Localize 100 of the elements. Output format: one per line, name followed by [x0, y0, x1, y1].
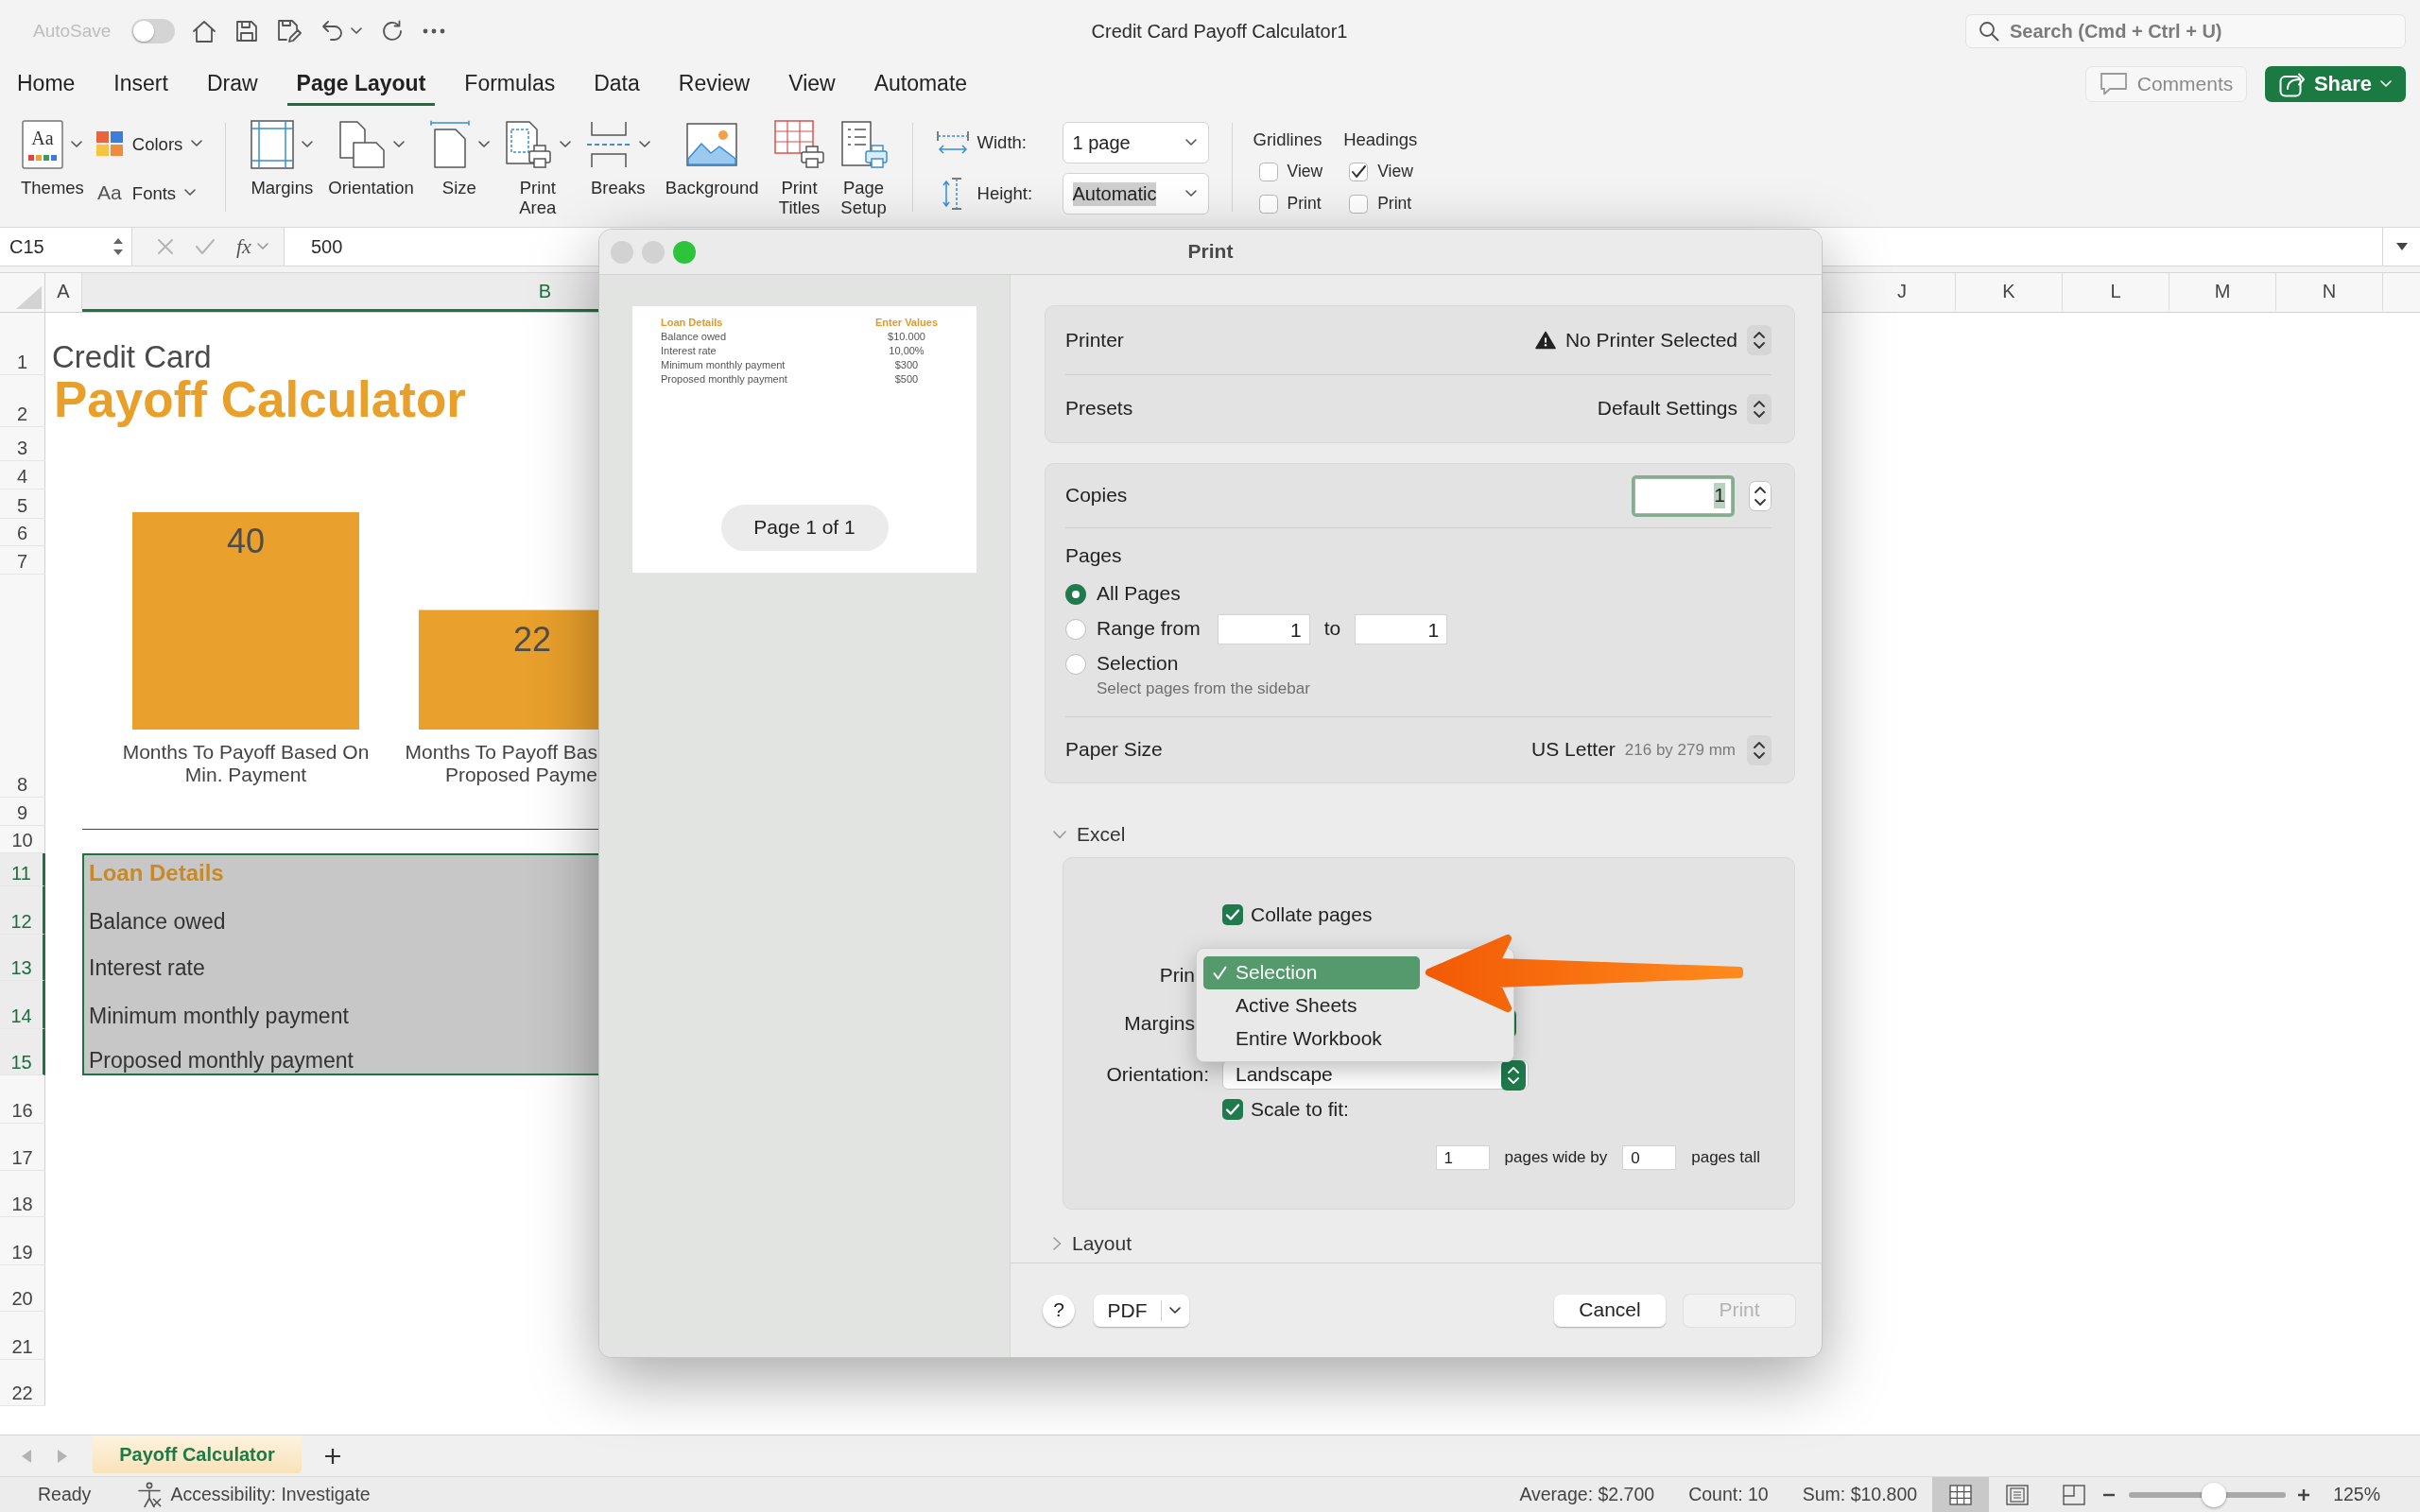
caret-icon[interactable] — [191, 140, 203, 148]
radio-button[interactable] — [1065, 583, 1086, 605]
ribbon-tab[interactable]: Automate — [864, 70, 977, 106]
caret-icon[interactable] — [559, 141, 571, 148]
insert-function-button[interactable]: fx — [236, 233, 268, 260]
section-toggle[interactable]: Excel — [1053, 821, 1126, 848]
row-header[interactable]: 12 — [0, 886, 45, 935]
height-select[interactable]: Automatic — [1062, 173, 1209, 215]
caret-icon[interactable] — [638, 141, 650, 148]
pages-wide-field[interactable]: 1 — [1435, 1145, 1490, 1170]
caret-icon[interactable] — [1169, 1306, 1181, 1314]
width-select[interactable]: 1 page — [1062, 122, 1209, 163]
pages-tall-field[interactable]: 0 — [1622, 1145, 1677, 1170]
search-field[interactable]: Search (Cmd + Ctrl + U) — [1965, 14, 2406, 48]
ribbon-tab[interactable]: View — [779, 70, 845, 106]
stepper-icon[interactable] — [1747, 325, 1772, 355]
cancel-button[interactable]: Cancel — [1554, 1294, 1666, 1327]
row-header[interactable]: 8 — [0, 575, 45, 798]
help-button[interactable]: ? — [1043, 1294, 1075, 1327]
orientation-button[interactable]: Orientation — [320, 115, 422, 221]
checkbox-label[interactable]: View — [1287, 162, 1323, 182]
redo-icon[interactable] — [381, 20, 405, 43]
margins-button[interactable]: Margins — [243, 115, 321, 221]
caret-icon[interactable] — [392, 141, 405, 148]
ribbon-tab[interactable]: Review — [668, 70, 760, 106]
slider-thumb[interactable] — [2201, 1482, 2226, 1507]
radio-label[interactable]: All Pages — [1097, 581, 1181, 607]
checkbox[interactable] — [1349, 163, 1369, 182]
ribbon-tab[interactable]: Page Layout — [286, 70, 436, 106]
expand-button[interactable] — [2382, 228, 2420, 266]
checkbox[interactable] — [1349, 194, 1369, 214]
row-header[interactable]: 5 — [0, 490, 45, 519]
radio-button[interactable] — [1065, 618, 1086, 640]
sheet-tab[interactable]: Payoff Calculator — [93, 1435, 302, 1473]
save-pencil-icon[interactable] — [277, 19, 302, 43]
background-button[interactable]: Background — [657, 115, 767, 221]
page-setup-button[interactable]: Page Setup — [832, 115, 895, 221]
ribbon-tab[interactable]: Formulas — [455, 70, 565, 106]
presets-value[interactable]: Default Settings — [1597, 396, 1737, 421]
row-header[interactable]: 20 — [0, 1265, 45, 1312]
zoom-level[interactable]: 125% — [2333, 1483, 2380, 1506]
checkbox[interactable] — [1258, 163, 1278, 182]
row-header[interactable]: 15 — [0, 1029, 45, 1075]
stepper-icon[interactable] — [1501, 1059, 1526, 1091]
row-header[interactable]: 2 — [0, 375, 45, 427]
range-from-field[interactable]: 1 — [1217, 613, 1310, 644]
name-box[interactable]: C15 — [0, 228, 132, 266]
caret-icon[interactable] — [302, 141, 314, 148]
checkbox-label[interactable]: View — [1377, 162, 1413, 182]
checkbox-label[interactable]: Print — [1287, 194, 1322, 215]
zoom-in-icon[interactable] — [2297, 1487, 2311, 1502]
more-icon[interactable] — [423, 28, 446, 34]
column-header[interactable]: B — [82, 273, 598, 312]
checkbox-label[interactable]: Print — [1377, 194, 1412, 215]
printer-value[interactable]: No Printer Selected — [1564, 327, 1737, 353]
colors-button[interactable]: Colors — [89, 129, 209, 160]
row-header[interactable]: 18 — [0, 1171, 45, 1217]
column-header[interactable]: N — [2276, 273, 2383, 312]
ribbon-tab[interactable]: Draw — [197, 70, 268, 106]
row-header[interactable]: 3 — [0, 427, 45, 461]
menu-item[interactable]: Active Sheets — [1203, 989, 1371, 1022]
row-header[interactable]: 16 — [0, 1075, 45, 1124]
row-header[interactable]: 14 — [0, 981, 45, 1029]
stepper-icon[interactable] — [1747, 393, 1772, 424]
row-header[interactable]: 9 — [0, 798, 45, 826]
caret-icon[interactable] — [477, 141, 490, 148]
row-header[interactable]: 4 — [0, 461, 45, 490]
stepper-icon[interactable] — [1747, 734, 1772, 765]
up-down-arrows-icon[interactable] — [112, 236, 124, 257]
home-icon[interactable] — [192, 20, 217, 43]
checkbox-label[interactable]: Collate pages — [1251, 902, 1373, 928]
check-icon[interactable] — [195, 238, 216, 255]
row-header[interactable]: 22 — [0, 1360, 45, 1406]
section-toggle[interactable]: Layout — [1053, 1230, 1132, 1257]
caret-icon[interactable] — [1184, 190, 1197, 198]
ribbon-tab[interactable]: Insert — [104, 70, 178, 106]
print-titles-button[interactable]: Print Titles — [766, 115, 833, 221]
checkbox[interactable] — [1222, 1099, 1243, 1120]
paper-size-value[interactable]: US Letter — [1531, 737, 1616, 763]
size-button[interactable]: Size — [421, 115, 497, 221]
column-header[interactable]: K — [1956, 273, 2063, 312]
copies-field[interactable]: 1 — [1634, 477, 1732, 514]
checkbox[interactable] — [1258, 194, 1278, 214]
row-header[interactable]: 1 — [0, 313, 45, 375]
row-header[interactable]: 13 — [0, 935, 45, 981]
radio-button[interactable] — [1065, 653, 1086, 675]
autosave-toggle[interactable] — [131, 19, 176, 43]
share-button[interactable]: Share — [2265, 66, 2406, 102]
checkbox[interactable] — [1222, 904, 1243, 925]
caret-icon[interactable] — [71, 141, 83, 148]
radio-label[interactable]: Selection — [1097, 651, 1179, 677]
breaks-button[interactable]: Breaks — [578, 115, 658, 221]
caret-icon[interactable] — [351, 27, 363, 35]
fonts-button[interactable]: Aa Fonts — [89, 179, 209, 208]
checkbox-label[interactable]: Scale to fit: — [1251, 1096, 1349, 1123]
row-header[interactable]: 10 — [0, 826, 45, 853]
orientation-select[interactable]: Landscape — [1222, 1060, 1529, 1090]
save-icon[interactable] — [235, 20, 259, 43]
pdf-button[interactable]: PDF — [1094, 1294, 1189, 1327]
themes-button[interactable]: Aa Themes — [15, 115, 90, 221]
